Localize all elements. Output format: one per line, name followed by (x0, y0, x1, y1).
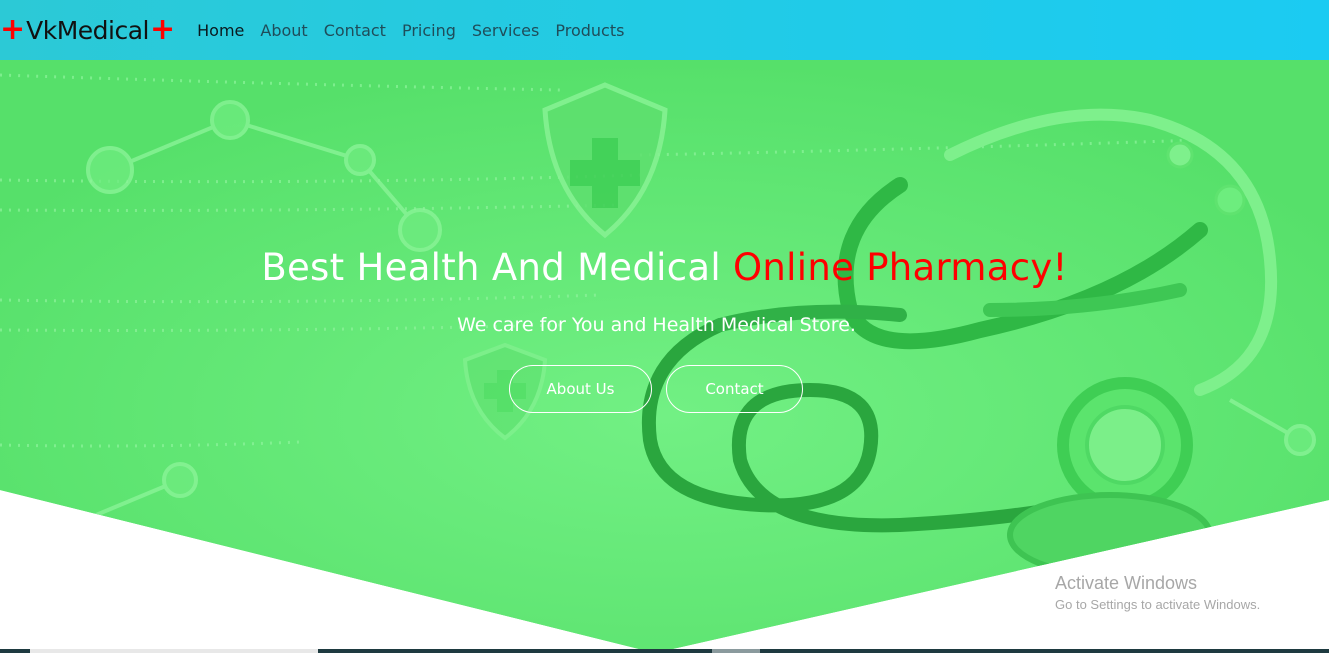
nav-item-pricing[interactable]: Pricing (402, 21, 456, 40)
nav-item-products[interactable]: Products (555, 21, 624, 40)
windows-activation-watermark: Activate Windows Go to Settings to activ… (1055, 573, 1260, 612)
brand-logo[interactable]: + VkMedical + (0, 0, 175, 60)
nav-menu: Home About Contact Pricing Services Prod… (197, 21, 640, 40)
hero-title: Best Health And Medical Online Pharmacy! (0, 246, 1329, 289)
bottom-edge (0, 649, 1329, 653)
contact-button[interactable]: Contact (666, 365, 803, 413)
nav-item-about[interactable]: About (260, 21, 307, 40)
medical-cross-icon: + (0, 12, 26, 47)
nav-item-contact[interactable]: Contact (324, 21, 386, 40)
nav-item-home[interactable]: Home (197, 21, 244, 40)
about-us-button[interactable]: About Us (509, 365, 652, 413)
nav-item-services[interactable]: Services (472, 21, 539, 40)
navbar: + VkMedical + Home About Contact Pricing… (0, 0, 1329, 60)
hero-title-main: Best Health And Medical (261, 246, 733, 289)
bottom-edge-segment (30, 649, 318, 653)
hero-section: Best Health And Medical Online Pharmacy!… (0, 60, 1329, 653)
hero-subtitle: We care for You and Health Medical Store… (457, 314, 856, 336)
page: + VkMedical + Home About Contact Pricing… (0, 0, 1329, 653)
brand-name: VkMedical (26, 15, 149, 45)
hero-background-image (0, 60, 1329, 653)
watermark-title: Activate Windows (1055, 573, 1198, 593)
hero-title-accent: Online Pharmacy! (732, 246, 1068, 289)
medical-cross-icon: + (150, 12, 176, 47)
watermark-subtitle: Go to Settings to activate Windows. (1055, 597, 1261, 612)
bottom-edge-segment (712, 649, 760, 653)
